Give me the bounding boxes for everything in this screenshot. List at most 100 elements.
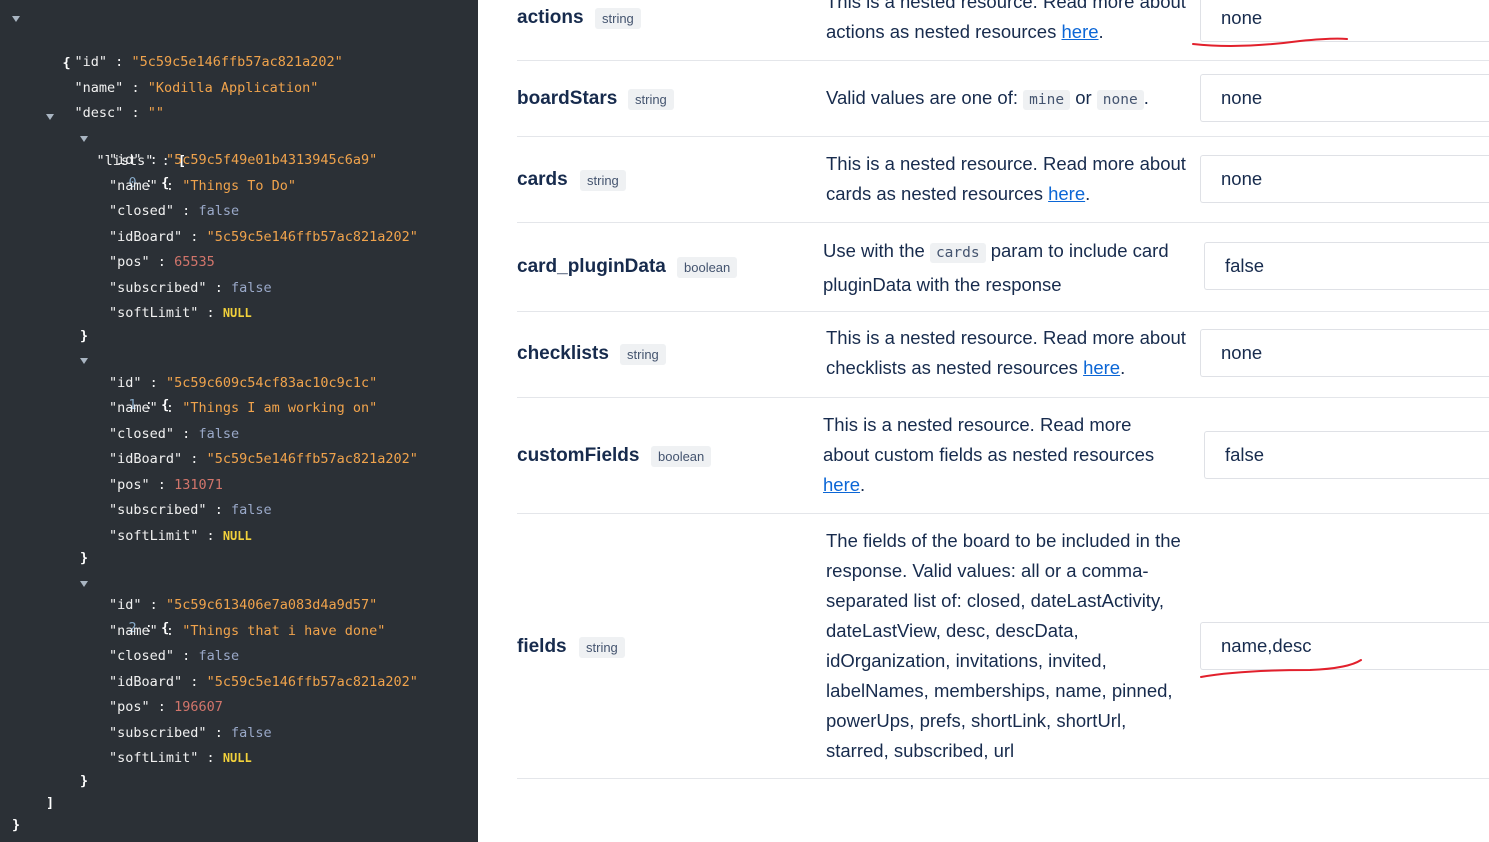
param-desc-fields: The fields of the board to be included i…: [826, 526, 1181, 766]
param-input-fields[interactable]: name,desc: [1200, 622, 1489, 670]
json-entry-desc: "desc" : "": [42, 80, 164, 121]
lists-toggle[interactable]: "lists" : [: [46, 106, 186, 169]
json-entry: "closed" : false: [109, 423, 239, 445]
desc-period: .: [1120, 357, 1126, 378]
row-divider: [517, 397, 1489, 398]
param-type-badge: string: [595, 8, 641, 29]
desc-line: dateLastView, desc, descData,: [826, 620, 1079, 641]
param-input-cards[interactable]: none: [1200, 155, 1489, 203]
json-entry: "pos" : 131071: [109, 474, 223, 496]
json-key: "pos": [109, 254, 150, 270]
json-colon: :: [157, 699, 166, 715]
json-bool-value: false: [230, 725, 272, 741]
json-key: "id": [109, 152, 142, 168]
json-string-value: "5c59c5f49e01b4313945c6a9": [165, 152, 378, 168]
json-entry: "name" : "Things To Do": [109, 175, 296, 197]
json-null-value: NULL: [222, 529, 252, 543]
json-string-value: "5c59c5e146ffb57ac821a202": [206, 229, 418, 245]
here-link[interactable]: here: [1083, 357, 1120, 378]
json-entry: "softLimit" : NULL: [109, 525, 252, 547]
json-key: "closed": [109, 648, 175, 664]
here-link[interactable]: here: [1062, 21, 1099, 42]
json-entry: "name" : "Things I am working on": [109, 397, 377, 419]
json-entry: "id" : "5c59c613406e7a083d4a9d57": [109, 594, 377, 616]
param-name-boardStars: boardStars: [517, 88, 618, 109]
list-item-toggle[interactable]: 2 : {: [80, 573, 169, 636]
here-link[interactable]: here: [1048, 183, 1085, 204]
close-brace: }: [12, 817, 21, 833]
json-colon: :: [206, 528, 215, 544]
caret-down-icon[interactable]: [80, 581, 88, 587]
desc-text: param to include card: [990, 240, 1169, 261]
json-key: "pos": [109, 699, 150, 715]
json-string-value: "5c59c5e146ffb57ac821a202": [206, 674, 418, 690]
param-type-badge: string: [580, 170, 626, 191]
json-key: "softLimit": [109, 528, 199, 544]
desc-line: response. Valid values: all or a comma-: [826, 560, 1149, 581]
json-bool-value: false: [198, 648, 240, 664]
list-item-toggle[interactable]: 1 : {: [80, 350, 169, 413]
param-input-card_pluginData[interactable]: false: [1204, 242, 1489, 290]
desc-line: pluginData with the response: [823, 274, 1062, 295]
json-number-value: 196607: [174, 699, 223, 715]
param-input-actions[interactable]: none: [1200, 0, 1489, 42]
json-key: "subscribed": [109, 502, 207, 518]
desc-line: This is a nested resource. Read more abo…: [826, 0, 1186, 12]
desc-line: The fields of the board to be included i…: [826, 530, 1181, 551]
caret-down-icon[interactable]: [80, 136, 88, 142]
json-key: "id": [109, 375, 142, 391]
list-item-toggle[interactable]: 0 : {: [80, 128, 169, 191]
desc-line: This is a nested resource. Read more abo…: [826, 327, 1186, 348]
param-desc-customFields: This is a nested resource. Read more abo…: [823, 410, 1154, 500]
json-entry: "idBoard" : "5c59c5e146ffb57ac821a202": [109, 226, 418, 248]
param-input-customFields[interactable]: false: [1204, 431, 1489, 479]
json-key: "name": [109, 400, 158, 416]
param-input-boardStars[interactable]: none: [1200, 74, 1489, 122]
caret-down-icon[interactable]: [46, 114, 54, 120]
json-colon: :: [206, 305, 215, 321]
json-entry: "pos" : 65535: [109, 251, 215, 273]
json-entry: "softLimit" : NULL: [109, 302, 252, 324]
json-string-value: "Things To Do": [182, 178, 296, 194]
json-colon: :: [165, 178, 175, 194]
close-brace: }: [80, 328, 89, 344]
json-key: "subscribed": [109, 280, 207, 296]
desc-line: This is a nested resource. Read more: [823, 414, 1132, 435]
param-name-fields: fields: [517, 636, 567, 657]
param-type-badge: string: [628, 89, 674, 110]
param-name-card_pluginData: card_pluginData: [517, 256, 666, 277]
json-entry-name: "name" : "Kodilla Application": [42, 55, 319, 96]
json-key: "name": [109, 623, 158, 639]
caret-down-icon[interactable]: [12, 16, 20, 22]
param-desc-cards: This is a nested resource. Read more abo…: [826, 149, 1186, 209]
item-close-brace: }: [80, 325, 88, 347]
json-key: "id": [109, 597, 142, 613]
lists-close-bracket: ]: [46, 792, 54, 814]
here-link[interactable]: here: [823, 474, 860, 495]
desc-text: cards as nested resources: [826, 183, 1043, 204]
json-entry: "pos" : 196607: [109, 696, 223, 718]
root-toggle[interactable]: {: [12, 8, 71, 71]
desc-line: powerUps, prefs, shortLink, shortUrl,: [826, 710, 1127, 731]
caret-down-icon[interactable]: [80, 358, 88, 364]
json-colon: :: [149, 152, 158, 168]
close-brace: }: [80, 550, 89, 566]
json-key: "closed": [109, 426, 175, 442]
row-divider: [517, 513, 1489, 514]
json-colon: :: [190, 674, 199, 690]
json-string-value: "5c59c609c54cf83ac10c9c1c": [165, 375, 378, 391]
param-input-checklists[interactable]: none: [1200, 329, 1489, 377]
json-colon: :: [214, 502, 223, 518]
param-type-badge: boolean: [651, 446, 712, 467]
json-entry: "id" : "5c59c609c54cf83ac10c9c1c": [109, 372, 377, 394]
desc-line: labelNames, memberships, name, pinned,: [826, 680, 1173, 701]
item-close-brace: }: [80, 770, 88, 792]
json-colon: :: [182, 648, 191, 664]
json-entry: "closed" : false: [109, 200, 239, 222]
desc-line: This is a nested resource. Read more abo…: [826, 153, 1186, 174]
close-bracket: ]: [46, 795, 55, 811]
json-entry: "name" : "Things that i have done": [109, 620, 385, 642]
row-divider: [517, 311, 1489, 312]
json-bool-value: false: [198, 426, 240, 442]
json-colon: :: [157, 254, 166, 270]
